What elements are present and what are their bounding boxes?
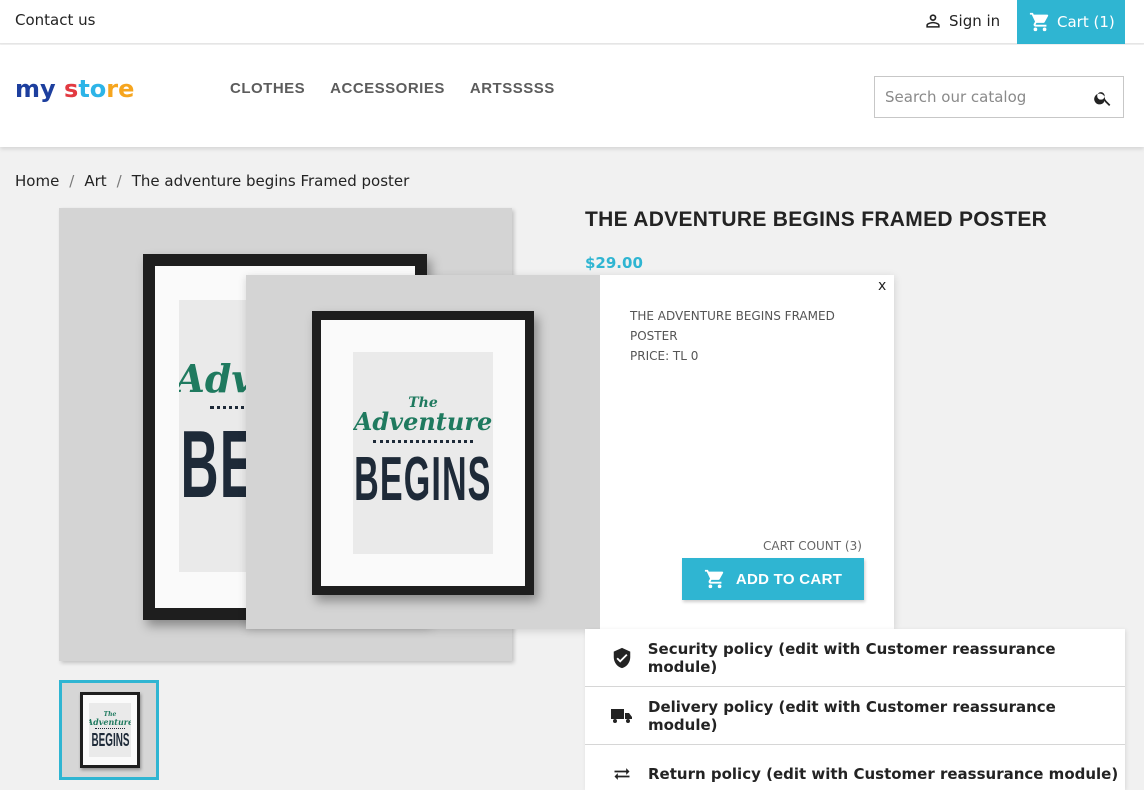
contact-us-link[interactable]: Contact us — [15, 11, 95, 29]
search-box — [874, 76, 1124, 118]
search-input[interactable] — [885, 77, 1085, 117]
cart-button[interactable]: Cart (1) — [1017, 0, 1125, 44]
breadcrumb: Home / Art / The adventure begins Framed… — [15, 172, 409, 190]
reassurance-block: Security policy (edit with Customer reas… — [585, 629, 1125, 790]
truck-icon — [610, 706, 634, 726]
popup-product-name-line2: POSTER — [630, 329, 678, 343]
nav-item-accessories[interactable]: ACCESSORIES — [330, 80, 445, 97]
shopping-cart-icon — [1029, 12, 1049, 32]
product-price: $29.00 — [585, 254, 643, 272]
main-nav: CLOTHES ACCESSORIES ARTSSSSS — [230, 80, 555, 97]
sign-in-link[interactable]: Sign in — [923, 11, 1000, 31]
site-header: my store CLOTHES ACCESSORIES ARTSSSSS — [0, 45, 1144, 147]
nav-item-clothes[interactable]: CLOTHES — [230, 80, 305, 97]
store-logo[interactable]: my store — [15, 75, 134, 103]
top-bar: Contact us Sign in Cart (1) — [0, 0, 1144, 44]
breadcrumb-separator: / — [116, 172, 122, 190]
add-to-cart-button[interactable]: ADD TO CART — [682, 558, 864, 600]
quick-add-popup: The Adventure BEGINS x THE ADVENTURE BEG… — [246, 275, 894, 629]
shield-icon — [610, 646, 634, 670]
popup-product-name-line1: THE ADVENTURE BEGINS FRAMED — [630, 309, 835, 323]
popup-product-image: The Adventure BEGINS — [246, 275, 600, 629]
cart-label: Cart (1) — [1057, 13, 1115, 31]
breadcrumb-home[interactable]: Home — [15, 172, 59, 190]
breadcrumb-current: The adventure begins Framed poster — [131, 172, 410, 190]
add-to-cart-label: ADD TO CART — [735, 570, 843, 588]
reassurance-item-security: Security policy (edit with Customer reas… — [585, 629, 1125, 687]
search-icon[interactable] — [1093, 88, 1113, 108]
breadcrumb-separator: / — [69, 172, 75, 190]
reassurance-item-delivery: Delivery policy (edit with Customer reas… — [585, 687, 1125, 745]
reassurance-label: Security policy (edit with Customer reas… — [647, 639, 1056, 676]
breadcrumb-art[interactable]: Art — [84, 172, 106, 190]
nav-item-art[interactable]: ARTSSSSS — [470, 80, 555, 97]
reassurance-label: Return policy (edit with Customer reassu… — [648, 765, 1119, 783]
popup-product-price: PRICE: TL 0 — [630, 349, 699, 363]
user-icon — [926, 14, 940, 28]
product-title: THE ADVENTURE BEGINS FRAMED POSTER — [585, 208, 1048, 231]
cart-count: CART COUNT (3) — [763, 539, 862, 553]
reassurance-label: Delivery policy (edit with Customer reas… — [648, 697, 1056, 734]
sign-in-label: Sign in — [949, 12, 1001, 30]
popup-close-button[interactable]: x — [878, 278, 886, 294]
product-thumbnail[interactable]: The Adventure BEGINS — [59, 680, 159, 780]
swap-arrows-icon — [610, 764, 634, 784]
reassurance-item-return: Return policy (edit with Customer reassu… — [585, 745, 1125, 790]
shopping-cart-icon — [704, 569, 723, 589]
popup-product-info: THE ADVENTURE BEGINS FRAMED POSTER PRICE… — [630, 306, 860, 366]
